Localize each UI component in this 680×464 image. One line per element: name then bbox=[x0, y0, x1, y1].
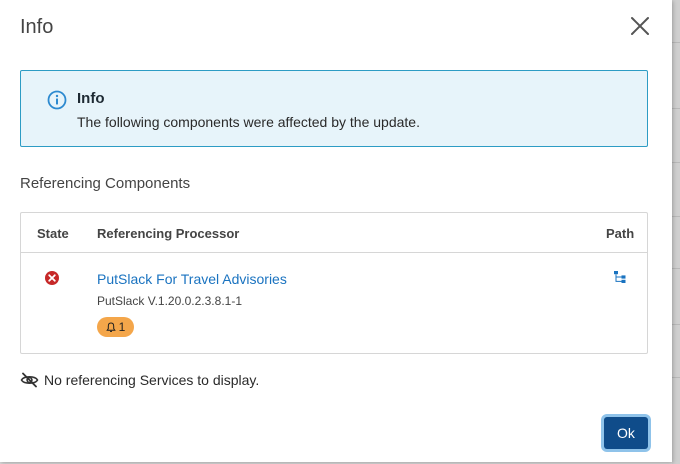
processor-version: PutSlack V.1.20.0.2.3.8.1-1 bbox=[97, 294, 242, 308]
ok-button[interactable]: Ok bbox=[604, 417, 648, 449]
banner-title: Info bbox=[77, 90, 105, 107]
hierarchy-icon[interactable] bbox=[613, 270, 627, 284]
column-header-path: Path bbox=[606, 226, 635, 241]
referencing-services-empty: No referencing Services to display. bbox=[20, 371, 259, 389]
referencing-components-title: Referencing Components bbox=[20, 175, 191, 192]
column-header-processor: Referencing Processor bbox=[97, 226, 240, 241]
referencing-components-table: State Referencing Processor Path PutSlac… bbox=[20, 212, 648, 354]
bulletin-badge[interactable]: 1 bbox=[97, 317, 134, 337]
banner-message: The following components were affected b… bbox=[77, 114, 420, 130]
services-empty-message: No referencing Services to display. bbox=[44, 372, 260, 388]
dialog-title: Info bbox=[20, 16, 54, 38]
eye-off-icon bbox=[20, 372, 39, 388]
column-header-state: State bbox=[37, 226, 69, 241]
table-header: State Referencing Processor Path bbox=[21, 213, 647, 253]
bell-icon bbox=[105, 321, 116, 332]
info-circle-icon bbox=[47, 90, 67, 110]
processor-link[interactable]: PutSlack For Travel Advisories bbox=[97, 271, 287, 287]
backdrop bbox=[672, 0, 680, 464]
info-dialog: Info Info The following components were … bbox=[0, 0, 672, 462]
bulletin-count: 1 bbox=[118, 320, 126, 334]
close-icon bbox=[631, 17, 649, 35]
close-button[interactable] bbox=[626, 12, 654, 40]
info-banner: Info The following components were affec… bbox=[20, 70, 648, 147]
error-circle-icon bbox=[45, 271, 59, 285]
